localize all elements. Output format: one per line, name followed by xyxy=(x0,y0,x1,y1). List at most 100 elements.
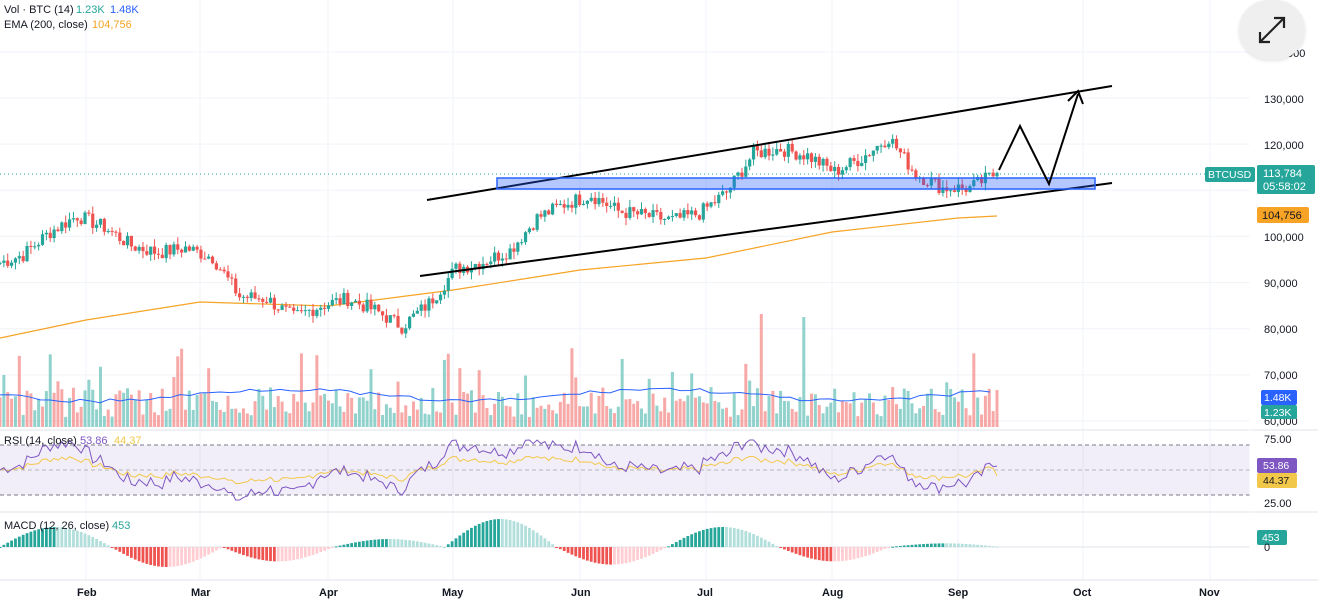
volume-bar xyxy=(230,408,234,427)
rsi-legend[interactable]: RSI (14, close) 53.86 44.37 xyxy=(4,435,142,447)
volume-bar xyxy=(442,359,446,427)
volume-legend[interactable]: Vol · BTC (14) 1.23K 1.48K xyxy=(4,4,139,16)
volume-bar xyxy=(357,397,361,427)
volume-bar xyxy=(717,402,721,427)
macd-histogram-bar xyxy=(736,528,740,547)
candle-body xyxy=(748,159,752,167)
macd-histogram-bar xyxy=(79,531,83,547)
candle-body xyxy=(612,202,617,206)
rsi-tick-25: 25.00 xyxy=(1264,498,1292,510)
macd-histogram-bar xyxy=(868,547,871,555)
candle-body xyxy=(404,328,408,334)
volume-bar xyxy=(114,394,118,427)
candle-body xyxy=(230,277,234,279)
volume-bar xyxy=(458,368,462,427)
candle-body xyxy=(98,218,103,225)
macd-histogram-bar xyxy=(160,547,164,567)
tradingview-chart[interactable]: Vol · BTC (14) 1.23K 1.48K EMA (200, clo… xyxy=(0,0,1318,608)
macd-histogram-bar xyxy=(342,544,346,547)
trend-channel-drawings[interactable] xyxy=(419,85,1113,277)
macd-histogram-bar xyxy=(489,520,493,547)
candle-body xyxy=(9,262,14,266)
volume-bar xyxy=(415,409,419,427)
macd-histogram-bar xyxy=(412,540,415,547)
macd-histogram-bar xyxy=(651,547,655,554)
candle-body xyxy=(137,246,141,251)
volume-bar xyxy=(52,392,56,427)
candle-body xyxy=(342,292,346,305)
candle-body xyxy=(891,138,895,144)
candle-body xyxy=(125,235,130,246)
macd-histogram-bar xyxy=(829,547,833,562)
volume-bar xyxy=(64,416,68,427)
macd-histogram-bar xyxy=(582,547,585,560)
candle-body xyxy=(446,278,450,291)
macd-histogram-bar xyxy=(674,541,678,547)
candle-body xyxy=(241,296,246,298)
candle-body xyxy=(578,194,582,206)
macd-histogram-bar xyxy=(632,547,636,562)
candle-body xyxy=(744,166,748,177)
macd-histogram-bar xyxy=(462,532,466,547)
macd-histogram-bar xyxy=(257,547,261,560)
macd-histogram-bar xyxy=(713,527,717,547)
volume-ma-line xyxy=(0,387,991,404)
macd-histogram-bar xyxy=(779,547,782,548)
expand-fullscreen-button[interactable] xyxy=(1239,0,1305,60)
volume-bar xyxy=(249,415,253,427)
macd-histogram-bar xyxy=(825,547,829,562)
volume-bar xyxy=(512,416,516,427)
volume-bar xyxy=(408,415,412,427)
candle-body xyxy=(504,258,508,260)
candle-body xyxy=(129,235,133,247)
volume-bar xyxy=(643,413,647,427)
candle-body xyxy=(377,304,381,312)
macd-histogram-bar xyxy=(427,543,431,547)
macd-histogram-bar xyxy=(752,534,755,547)
volume-bar xyxy=(612,413,616,427)
macd-histogram-bar xyxy=(512,521,516,547)
volume-bar xyxy=(29,393,33,427)
volume-bar xyxy=(570,348,574,427)
volume-bar xyxy=(98,366,102,427)
volume-tag-value: 1.23K xyxy=(1264,407,1291,419)
ema-legend[interactable]: EMA (200, close) 104,756 xyxy=(4,19,132,31)
candle-body xyxy=(775,149,779,155)
rsi-ma-legend-value: 44.37 xyxy=(114,435,142,447)
volume-bar xyxy=(10,398,14,427)
candle-body xyxy=(523,232,528,243)
macd-histogram-bar xyxy=(180,547,184,566)
candle-body xyxy=(701,203,705,220)
macd-histogram-bar xyxy=(798,547,802,556)
candle-body xyxy=(496,252,501,261)
candle-body xyxy=(585,200,589,204)
macd-histogram-bar xyxy=(122,547,126,554)
candle-body xyxy=(164,244,168,259)
candle-body xyxy=(346,292,350,307)
candle-body xyxy=(152,246,157,254)
candle-body xyxy=(678,213,682,218)
symbol-price-tag: BTCUSD xyxy=(1205,167,1255,182)
volume-bar xyxy=(454,414,458,427)
macd-histogram-bar xyxy=(249,547,253,558)
macd-histogram-bar xyxy=(953,543,956,547)
price-tick-70000: 70,000 xyxy=(1264,370,1298,382)
volume-bar xyxy=(910,403,914,427)
candle-body xyxy=(902,152,906,154)
macd-legend[interactable]: MACD (12, 26, close) 453 xyxy=(4,520,130,532)
volume-bar xyxy=(91,389,95,427)
channel-lower-line xyxy=(419,182,1113,277)
macd-value-tag: 453 xyxy=(1257,530,1287,545)
volume-bar xyxy=(423,413,427,427)
macd-histogram-bar xyxy=(226,547,230,550)
rsi-value-tag: 53.86 xyxy=(1257,458,1297,473)
chart-canvas[interactable]: Vol · BTC (14) 1.23K 1.48K EMA (200, clo… xyxy=(0,0,1318,608)
volume-bar xyxy=(87,379,91,427)
volume-bar xyxy=(941,414,945,427)
macd-histogram-bar xyxy=(276,547,280,562)
candle-body xyxy=(435,300,439,304)
volume-bar xyxy=(960,389,964,427)
candle-body xyxy=(852,158,856,161)
volume-bar xyxy=(272,407,276,427)
volume-bar xyxy=(218,409,222,427)
